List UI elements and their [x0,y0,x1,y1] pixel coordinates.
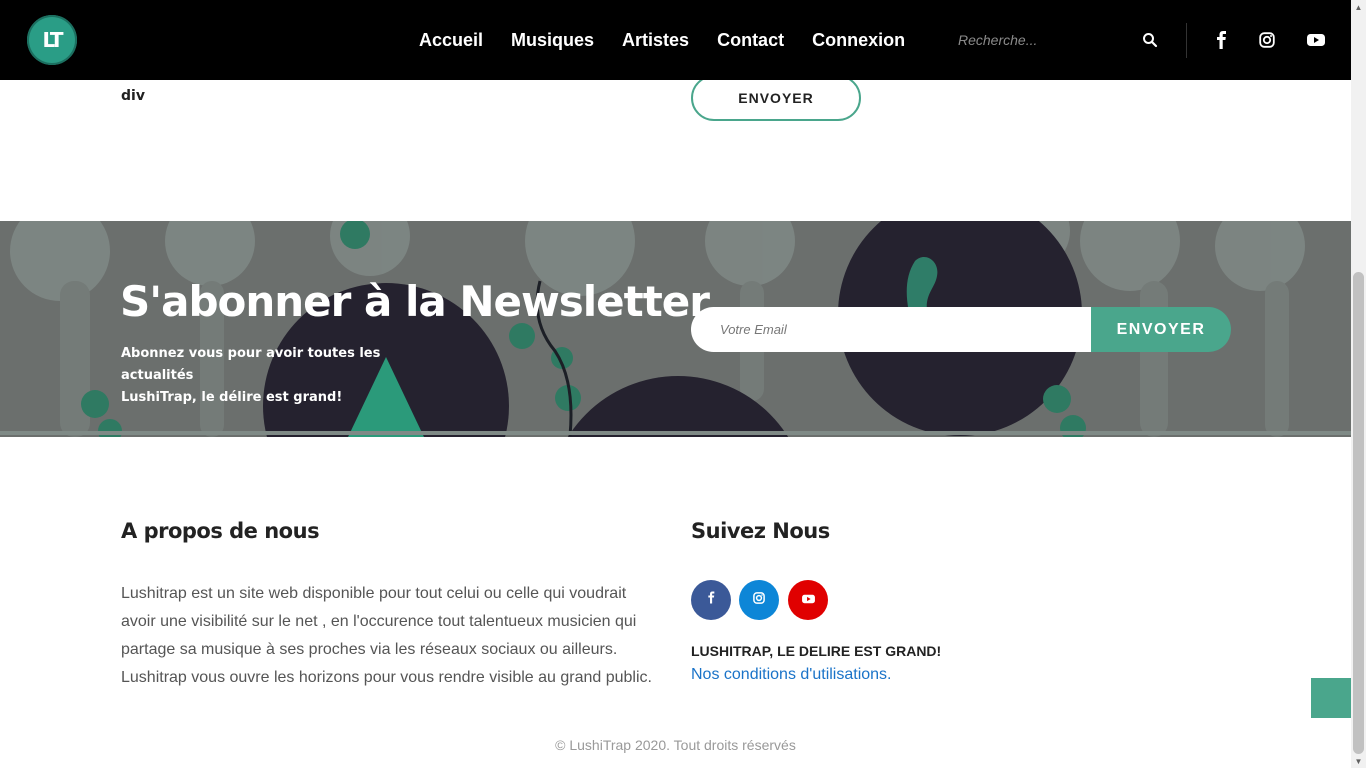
facebook-icon[interactable] [1211,30,1231,50]
nav-artistes[interactable]: Artistes [622,30,689,51]
nav-connexion[interactable]: Connexion [812,30,905,51]
footer-youtube-button[interactable] [788,580,828,620]
site-logo[interactable]: LT [27,15,77,65]
about-text: Lushitrap est un site web disponible pou… [121,585,652,686]
youtube-icon [801,591,815,609]
back-to-top-button[interactable] [1311,678,1351,718]
search-icon[interactable] [1142,32,1158,48]
footer-slogan: LUSHITRAP, LE DELIRE EST GRAND! [691,643,942,659]
instagram-icon[interactable] [1257,30,1277,50]
footer-instagram-button[interactable] [739,580,779,620]
terms-link[interactable]: Nos conditions d'utilisations. [691,666,892,684]
newsletter-section: S'abonner à la Newsletter Abonnez vous p… [0,221,1351,437]
newsletter-description: Abonnez vous pour avoir toutes les actua… [121,343,441,409]
leftover-div-text: div [121,88,145,104]
contact-send-button[interactable]: ENVOYER [691,75,861,121]
newsletter-email-input[interactable] [691,307,1093,352]
header-divider [1186,23,1187,58]
copyright-text: © LushiTrap 2020. Tout droits réservés [555,737,796,753]
nav-contact[interactable]: Contact [717,30,784,51]
scroll-thumb[interactable] [1353,272,1364,754]
scroll-down-arrow-icon[interactable]: ▼ [1351,754,1366,768]
follow-title: Suivez Nous [691,519,830,543]
newsletter-title: S'abonner à la Newsletter [120,277,710,326]
scroll-up-arrow-icon[interactable]: ▲ [1351,0,1366,14]
facebook-icon [707,591,715,609]
newsletter-description-line1: Abonnez vous pour avoir toutes les actua… [121,346,381,383]
logo-text: LT [42,28,63,52]
nav-accueil[interactable]: Accueil [419,30,483,51]
newsletter-description-line2: LushiTrap, le délire est grand! [121,390,343,405]
footer-facebook-button[interactable] [691,580,731,620]
search-input[interactable] [958,28,1138,52]
youtube-icon[interactable] [1306,30,1326,50]
about-title: A propos de nous [121,519,320,543]
nav-musiques[interactable]: Musiques [511,30,594,51]
instagram-icon [753,591,765,609]
main-nav: Accueil Musiques Artistes Contact Connex… [419,0,905,80]
site-header: LT Accueil Musiques Artistes Contact Con… [0,0,1351,80]
newsletter-send-button[interactable]: ENVOYER [1091,307,1231,352]
page-scrollbar[interactable]: ▲ ▼ [1351,0,1366,768]
